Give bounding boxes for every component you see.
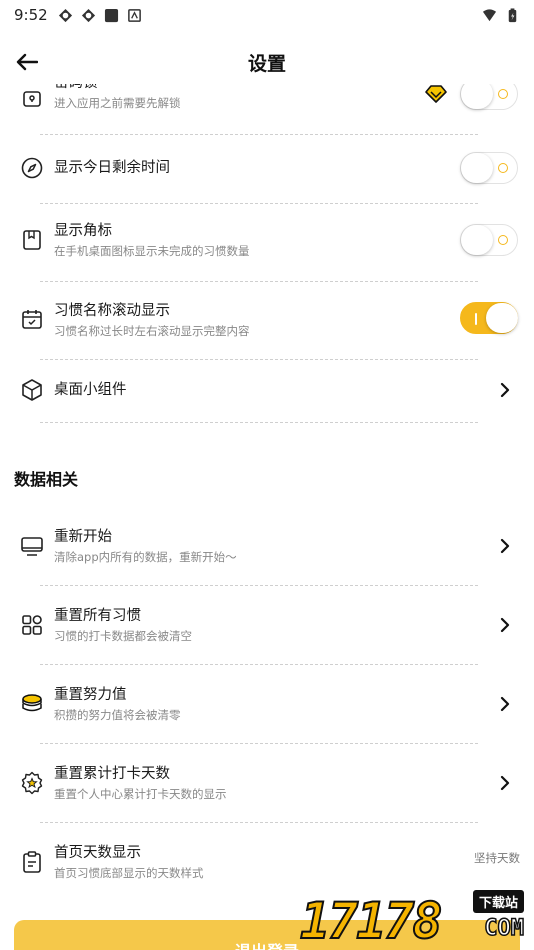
show-badge-toggle[interactable] bbox=[460, 224, 518, 256]
coin-stack-icon bbox=[22, 694, 42, 712]
divider bbox=[40, 664, 478, 665]
setting-desktop-widget[interactable]: 桌面小组件 bbox=[0, 376, 534, 416]
app-notification-icon bbox=[58, 8, 72, 22]
status-icons-left bbox=[58, 8, 142, 23]
divider bbox=[40, 422, 478, 423]
divider bbox=[40, 359, 478, 360]
setting-title: 重新开始 bbox=[54, 529, 112, 545]
chevron-right-icon bbox=[500, 538, 510, 554]
chevron-right-icon bbox=[500, 617, 510, 633]
setting-title: 习惯名称滚动显示 bbox=[54, 303, 170, 319]
setting-subtitle: 积攒的努力值将会被清零 bbox=[54, 708, 181, 722]
setting-subtitle: 进入应用之前需要先解锁 bbox=[54, 96, 181, 110]
setting-subtitle: 习惯名称过长时左右滚动显示完整内容 bbox=[54, 324, 250, 338]
setting-subtitle: 重置个人中心累计打卡天数的显示 bbox=[54, 787, 227, 801]
lock-icon bbox=[23, 91, 41, 107]
app-lock-toggle[interactable] bbox=[460, 84, 518, 110]
app-header: 设置 bbox=[0, 42, 534, 82]
compass-icon bbox=[21, 157, 43, 179]
battery-icon bbox=[508, 7, 517, 22]
setting-reset-effort[interactable]: 重置努力值 积攒的努力值将会被清零 bbox=[0, 684, 534, 732]
setting-title: 首页天数显示 bbox=[54, 845, 141, 861]
setting-subtitle: 清除app内所有的数据，重新开始～ bbox=[54, 550, 237, 564]
setting-title: 重置累计打卡天数 bbox=[54, 766, 170, 782]
chevron-right-icon bbox=[500, 382, 510, 398]
show-remaining-time-toggle[interactable] bbox=[460, 152, 518, 184]
setting-app-lock[interactable]: 密码锁 进入应用之前需要先解锁 bbox=[0, 84, 534, 128]
divider bbox=[40, 281, 478, 282]
setting-title: 桌面小组件 bbox=[54, 382, 127, 398]
back-button[interactable] bbox=[14, 50, 40, 74]
star-badge-icon bbox=[21, 771, 43, 795]
watermark-number: 17178 bbox=[299, 891, 444, 950]
setting-reset-habits[interactable]: 重置所有习惯 习惯的打卡数据都会被清空 bbox=[0, 605, 534, 653]
setting-title: 重置努力值 bbox=[54, 687, 127, 703]
logout-label: 退出登录 bbox=[235, 938, 299, 950]
watermark-suffix: COM bbox=[484, 915, 525, 942]
divider bbox=[40, 203, 478, 204]
setting-subtitle: 习惯的打卡数据都会被清空 bbox=[54, 629, 192, 643]
status-icons-right bbox=[482, 7, 520, 23]
setting-show-remaining-time[interactable]: 显示今日剩余时间 bbox=[0, 146, 534, 190]
wifi-icon bbox=[482, 8, 497, 21]
clipboard-icon bbox=[23, 851, 41, 873]
calendar-check-icon bbox=[22, 310, 42, 329]
divider bbox=[40, 743, 478, 744]
setting-title: 密码锁 bbox=[54, 84, 181, 92]
chevron-right-icon bbox=[500, 775, 510, 791]
grid-icon bbox=[22, 615, 42, 635]
page-title: 设置 bbox=[247, 52, 286, 75]
chevron-right-icon bbox=[500, 696, 510, 712]
section-title-data: 数据相关 bbox=[14, 470, 79, 489]
setting-subtitle: 在手机桌面图标显示未完成的习惯数量 bbox=[54, 244, 250, 258]
setting-home-days-display[interactable]: 首页天数显示 首页习惯底部显示的天数样式 坚持天数 bbox=[0, 842, 534, 890]
setting-restart[interactable]: 重新开始 清除app内所有的数据，重新开始～ bbox=[0, 526, 534, 574]
setting-title: 显示角标 bbox=[54, 223, 112, 239]
setting-scroll-habit-name[interactable]: 习惯名称滚动显示 习惯名称过长时左右滚动显示完整内容 bbox=[0, 298, 534, 346]
divider bbox=[40, 134, 478, 135]
setting-title: 重置所有习惯 bbox=[54, 608, 141, 624]
scroll-habit-name-toggle[interactable] bbox=[460, 302, 518, 334]
cube-icon bbox=[22, 379, 42, 401]
font-notification-icon bbox=[127, 8, 141, 22]
divider bbox=[40, 585, 478, 586]
setting-subtitle: 首页习惯底部显示的天数样式 bbox=[54, 866, 204, 880]
app-notification-icon bbox=[81, 8, 95, 22]
watermark-badge: 下载站 bbox=[472, 890, 524, 913]
setting-title: 显示今日剩余时间 bbox=[54, 160, 170, 176]
bookmark-icon bbox=[23, 230, 41, 250]
square-notification-icon bbox=[104, 8, 118, 22]
home-days-display-value[interactable]: 坚持天数 bbox=[474, 850, 520, 866]
setting-reset-checkin-days[interactable]: 重置累计打卡天数 重置个人中心累计打卡天数的显示 bbox=[0, 763, 534, 811]
vip-diamond-icon bbox=[425, 85, 447, 103]
divider bbox=[40, 822, 478, 823]
arrow-left-icon bbox=[16, 53, 38, 71]
watermark-logo: 17178 下载站 COM bbox=[299, 888, 530, 950]
settings-list[interactable]: 密码锁 进入应用之前需要先解锁 显示今日剩余时间 显示角标 在手机桌面图标显示未… bbox=[0, 84, 534, 950]
status-bar: 9:52 bbox=[0, 0, 534, 30]
status-time: 9:52 bbox=[14, 6, 48, 24]
monitor-icon bbox=[21, 537, 43, 556]
setting-show-badge[interactable]: 显示角标 在手机桌面图标显示未完成的习惯数量 bbox=[0, 218, 534, 266]
